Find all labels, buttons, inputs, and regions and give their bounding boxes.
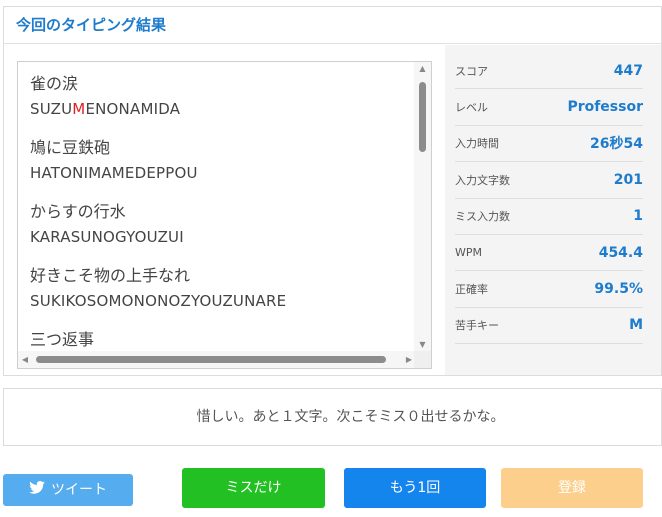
register-button[interactable]: 登録	[501, 468, 643, 508]
stat-value: 447	[613, 62, 643, 79]
word-kanji: 好きこそ物の上手なれ	[30, 266, 191, 285]
stat-value: 454.4	[598, 244, 643, 261]
horizontal-scrollbar[interactable]: ◀ ▶	[18, 351, 416, 368]
scroll-left-icon[interactable]: ◀	[18, 351, 32, 368]
word-romaji: KARASUNOGYOUZUI	[30, 228, 184, 246]
tweet-button[interactable]: ツイート	[3, 474, 133, 506]
panel-body: 雀の涙 SUZUMENONAMIDA 鳩に豆鉄砲 HATONIMAMEDEPPO…	[4, 45, 661, 375]
stat-value: 99.5%	[594, 281, 643, 298]
list-item: 雀の涙 SUZUMENONAMIDA	[30, 70, 411, 134]
list-item: からすの行水 KARASUNOGYOUZUI	[30, 198, 411, 262]
stat-label: ミス入力数	[455, 210, 510, 224]
stat-input-time: 入力時間 26秒54	[455, 126, 643, 163]
horizontal-scroll-thumb[interactable]	[36, 356, 386, 363]
stats-panel: スコア 447 レベル Professor 入力時間 26秒54 入力文字数 2…	[445, 45, 661, 375]
stat-score: スコア 447	[455, 53, 643, 90]
list-item: 鳩に豆鉄砲 HATONIMAMEDEPPOU	[30, 134, 411, 198]
stat-value: 26秒54	[590, 136, 643, 153]
result-message-box: 惜しい。あと１文字。次こそミス０出せるかな。	[3, 388, 662, 446]
stat-wpm: WPM 454.4	[455, 235, 643, 272]
stat-label: 苦手キー	[455, 319, 499, 333]
stat-char-count: 入力文字数 201	[455, 162, 643, 199]
stat-miss-count: ミス入力数 1	[455, 199, 643, 235]
stat-weak-key: 苦手キー M	[455, 308, 643, 345]
miss-character: M	[72, 100, 86, 118]
stat-value: Professor	[567, 99, 643, 116]
stat-label: WPM	[455, 246, 483, 260]
stat-label: レベル	[455, 101, 488, 115]
word-list-box[interactable]: 雀の涙 SUZUMENONAMIDA 鳩に豆鉄砲 HATONIMAMEDEPPO…	[17, 61, 432, 369]
stat-label: 入力文字数	[455, 173, 510, 187]
scroll-corner	[414, 351, 431, 368]
stat-label: 正確率	[455, 283, 488, 297]
stat-value: M	[629, 317, 643, 334]
word-kanji: からすの行水	[30, 202, 126, 221]
scroll-up-icon[interactable]: ▲	[414, 62, 431, 76]
word-kanji: 雀の涙	[30, 74, 79, 93]
panel-title: 今回のタイピング結果	[4, 7, 661, 44]
stat-label: 入力時間	[455, 137, 499, 151]
vertical-scroll-thumb[interactable]	[419, 82, 426, 152]
stat-value: 201	[613, 171, 643, 188]
word-kanji: 鳩に豆鉄砲	[30, 138, 111, 157]
result-message: 惜しい。あと１文字。次こそミス０出せるかな。	[196, 409, 505, 425]
word-romaji: SUKIKOSOMONONOZYOUZUNARE	[30, 292, 287, 310]
list-item: 好きこそ物の上手なれ SUKIKOSOMONONOZYOUZUNARE	[30, 262, 411, 326]
vertical-scrollbar[interactable]: ▲ ▼	[414, 62, 431, 352]
twitter-bird-icon	[29, 474, 45, 506]
stat-level: レベル Professor	[455, 89, 643, 126]
stat-label: スコア	[455, 64, 488, 78]
word-list: 雀の涙 SUZUMENONAMIDA 鳩に豆鉄砲 HATONIMAMEDEPPO…	[30, 70, 411, 368]
scroll-down-icon[interactable]: ▼	[414, 338, 431, 352]
miss-only-button[interactable]: ミスだけ	[182, 468, 325, 508]
retry-button[interactable]: もう1回	[344, 468, 486, 508]
word-romaji: SUZUMENONAMIDA	[30, 100, 181, 118]
word-romaji: HATONIMAMEDEPPOU	[30, 164, 198, 182]
tweet-label: ツイート	[51, 482, 107, 498]
typing-result-panel: 今回のタイピング結果 雀の涙 SUZUMENONAMIDA 鳩に豆鉄砲 HATO…	[3, 6, 662, 376]
word-kanji: 三つ返事	[30, 330, 95, 349]
stat-value: 1	[633, 208, 643, 225]
stat-accuracy: 正確率 99.5%	[455, 271, 643, 308]
